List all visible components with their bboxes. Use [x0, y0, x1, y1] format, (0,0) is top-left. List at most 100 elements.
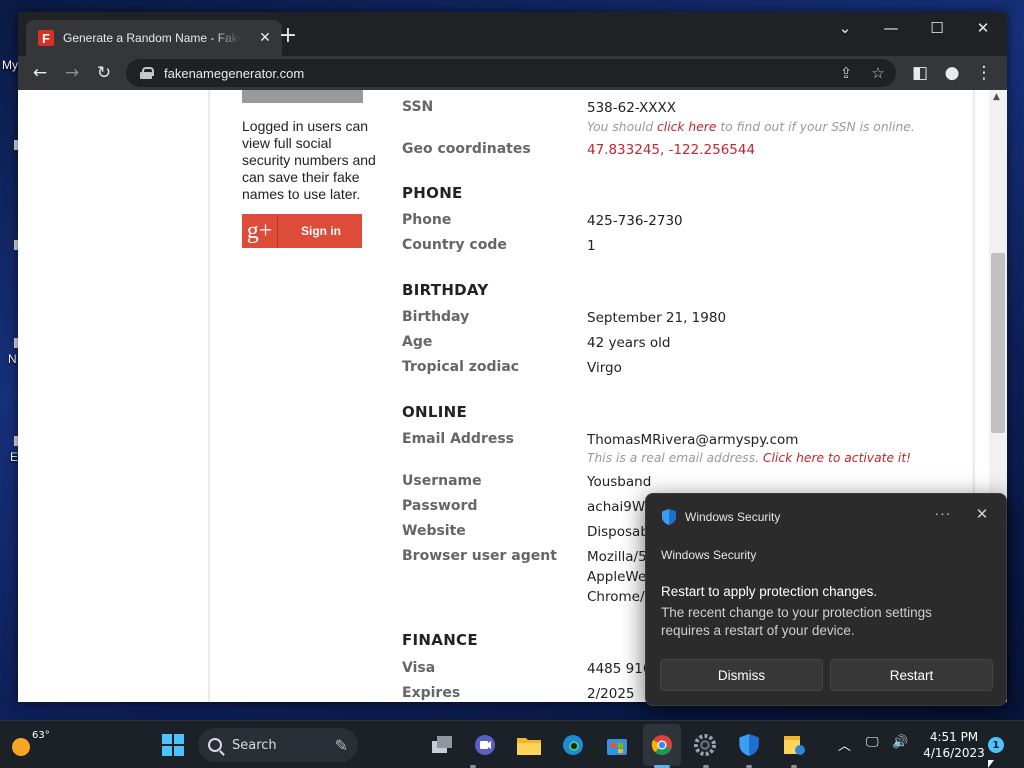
more-options-icon[interactable]: ···	[932, 504, 954, 526]
start-button[interactable]	[158, 730, 188, 760]
toast-app-name: Windows Security	[685, 510, 781, 524]
tab-search-chevron-icon[interactable]: ⌄	[822, 12, 868, 44]
windows-logo-icon	[162, 734, 184, 756]
lock-icon[interactable]	[140, 67, 154, 79]
section-heading-finance: FINANCE	[402, 631, 478, 649]
network-icon[interactable]: 🖵	[866, 735, 879, 750]
scroll-thumb[interactable]	[991, 253, 1005, 433]
field-label: Browser user agent	[402, 548, 557, 564]
ssn-note: You should click here to find out if you…	[587, 120, 915, 134]
search-icon	[208, 738, 222, 752]
side-panel-icon[interactable]: ◧	[908, 61, 932, 85]
restart-button[interactable]: Restart	[830, 659, 993, 691]
ssn-check-link[interactable]: click here	[657, 120, 716, 134]
desktop-label: E	[10, 450, 19, 464]
windows-security-toast: Windows Security ··· ✕ Windows Security …	[645, 493, 1007, 706]
field-label: Phone	[402, 212, 452, 228]
visa-value: 4485 916	[587, 661, 652, 677]
tab-title: Generate a Random Name - Fake Name Gener…	[63, 31, 241, 45]
taskbar-search[interactable]: Search ✎	[198, 728, 358, 762]
field-label: SSN	[402, 99, 434, 115]
edge-icon[interactable]	[558, 730, 588, 760]
email-note: This is a real email address. Click here…	[587, 451, 911, 465]
windows-security-icon[interactable]	[734, 730, 764, 760]
field-label: Visa	[402, 660, 436, 676]
bookmark-star-icon[interactable]: ☆	[866, 61, 890, 85]
volume-icon[interactable]: 🔊	[892, 735, 908, 750]
phone-value: 425-736-2730	[587, 213, 683, 229]
field-label: Username	[402, 473, 482, 489]
address-bar[interactable]: fakenamegenerator.com ⇪ ☆	[126, 59, 896, 87]
task-view-icon[interactable]	[428, 730, 458, 760]
toast-close-icon[interactable]: ✕	[971, 504, 993, 526]
new-tab-icon[interactable]: +	[276, 25, 300, 47]
file-explorer-icon[interactable]	[514, 730, 544, 760]
mouse-cursor-icon	[988, 760, 994, 768]
geo-coordinates-link[interactable]: 47.833245, -122.256544	[587, 142, 755, 158]
browser-toolbar: ← → ↻ fakenamegenerator.com ⇪ ☆ ◧ ● ⋮	[18, 56, 1007, 90]
taskbar: 63° Search ✎ ︿ 🖵 🔊 4:51 PM 4/16/2023 1	[0, 720, 1024, 768]
search-highlight-icon: ✎	[334, 735, 348, 755]
desktop-label: N	[8, 352, 17, 366]
section-heading-online: ONLINE	[402, 403, 468, 421]
teams-chat-icon[interactable]	[470, 730, 500, 760]
login-box-bottom	[242, 90, 363, 103]
field-label: Website	[402, 523, 466, 539]
browser-tab[interactable]: F Generate a Random Name - Fake Name Gen…	[26, 20, 282, 56]
user-agent-value: Chrome/7	[587, 589, 654, 605]
age-value: 42 years old	[587, 335, 671, 351]
settings-gear-icon[interactable]	[690, 730, 720, 760]
section-heading-phone: PHONE	[402, 184, 463, 202]
profile-icon[interactable]: ●	[940, 61, 964, 85]
weather-widget[interactable]: 63°	[10, 730, 50, 760]
toast-body: The recent change to your protection set…	[661, 605, 932, 638]
field-label: Birthday	[402, 309, 470, 325]
tab-strip: F Generate a Random Name - Fake Name Gen…	[18, 12, 1007, 56]
maximize-icon[interactable]: ☐	[914, 12, 960, 44]
signin-label: Sign in	[301, 224, 341, 238]
website-value: Disposabl	[587, 524, 653, 540]
scroll-up-icon[interactable]: ▲	[993, 92, 1000, 102]
ssn-value: 538-62-XXXX	[587, 100, 677, 116]
back-arrow-icon[interactable]: ←	[28, 61, 52, 85]
ssn-note-text: You should	[587, 120, 658, 134]
weather-sun-icon	[12, 738, 30, 756]
field-label: Geo coordinates	[402, 141, 531, 157]
email-value: ThomasMRivera@armyspy.com	[587, 432, 799, 448]
url-text[interactable]: fakenamegenerator.com	[164, 66, 304, 81]
toast-title: Restart to apply protection changes.	[661, 584, 878, 599]
ssn-note-text: to find out if your SSN is online.	[716, 120, 915, 134]
system-clock[interactable]: 4:51 PM 4/16/2023	[922, 729, 986, 761]
show-hidden-icons-chevron-icon[interactable]: ︿	[838, 735, 851, 754]
field-label: Tropical zodiac	[402, 359, 520, 375]
clock-date: 4/16/2023	[923, 746, 985, 760]
dismiss-button[interactable]: Dismiss	[660, 659, 823, 691]
google-plus-icon: g+	[242, 214, 278, 248]
forward-arrow-icon[interactable]: →	[60, 61, 84, 85]
microsoft-store-icon[interactable]	[602, 730, 632, 760]
chrome-icon[interactable]	[647, 730, 677, 760]
user-agent-value: Mozilla/5.	[587, 549, 651, 565]
window-close-icon[interactable]: ✕	[960, 12, 1006, 44]
google-signin-button[interactable]: g+ Sign in	[242, 214, 362, 248]
birthday-value: September 21, 1980	[587, 310, 727, 326]
notification-badge[interactable]: 1	[988, 737, 1004, 753]
file-explorer-user-icon[interactable]	[779, 730, 809, 760]
field-label: Password	[402, 498, 478, 514]
fake-name-generator-favicon-icon: F	[38, 30, 54, 46]
shield-icon	[662, 509, 676, 525]
reload-icon[interactable]: ↻	[92, 61, 116, 85]
zodiac-value: Virgo	[587, 360, 622, 376]
field-label: Age	[402, 334, 433, 350]
tab-close-icon[interactable]: ✕	[256, 30, 274, 46]
minimize-icon[interactable]: —	[868, 12, 914, 44]
activate-email-link[interactable]: Click here to activate it!	[763, 451, 911, 465]
username-value: Yousband	[587, 474, 652, 490]
toast-source: Windows Security	[661, 548, 757, 562]
menu-kebab-icon[interactable]: ⋮	[972, 61, 996, 85]
page-border	[208, 90, 211, 702]
share-icon[interactable]: ⇪	[834, 61, 858, 85]
email-note-text: This is a real email address.	[587, 451, 763, 465]
clock-time: 4:51 PM	[929, 730, 979, 744]
search-label: Search	[232, 737, 277, 753]
